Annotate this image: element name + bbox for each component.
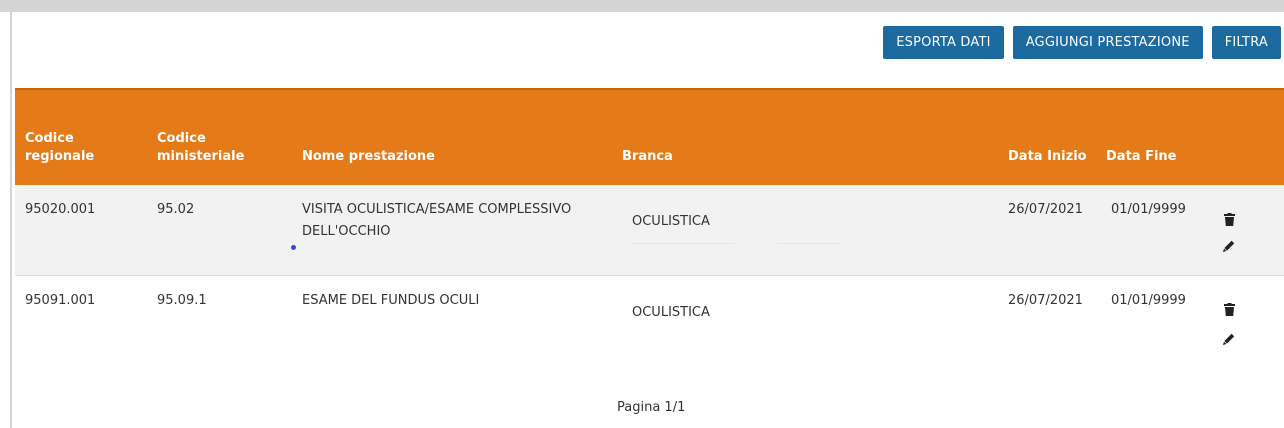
header-data-fine: Data Fine: [1106, 149, 1177, 164]
cell-branca: OCULISTICA: [632, 214, 710, 229]
header-data-inizio: Data Inizio: [1008, 149, 1087, 164]
trash-icon[interactable]: [1222, 212, 1236, 226]
cell-data-inizio: 26/07/2021: [1008, 202, 1083, 217]
export-data-button[interactable]: ESPORTA DATI: [883, 26, 1004, 59]
cell-codice-regionale: 95020.001: [25, 202, 96, 217]
cell-nome-prestazione: VISITA OCULISTICA/ESAME COMPLESSIVO DELL…: [302, 202, 572, 239]
cursor-dot: [291, 245, 296, 250]
services-table: Codice regionale Codice ministeriale Nom…: [15, 88, 1284, 372]
cell-data-fine: 01/01/9999: [1111, 202, 1186, 217]
table-header: Codice regionale Codice ministeriale Nom…: [15, 88, 1284, 185]
pagination-label: Pagina 1/1: [617, 400, 686, 415]
window-left-border: [10, 12, 12, 428]
toolbar: ESPORTA DATI AGGIUNGI PRESTAZIONE FILTRA: [883, 26, 1281, 59]
header-codice-ministeriale: Codice ministeriale: [157, 131, 245, 164]
table-row[interactable]: 95091.001 95.09.1 ESAME DEL FUNDUS OCULI…: [15, 276, 1284, 372]
branca-underline: [632, 243, 735, 244]
cell-branca: OCULISTICA: [632, 305, 710, 320]
cell-data-fine: 01/01/9999: [1111, 293, 1186, 308]
cell-data-inizio: 26/07/2021: [1008, 293, 1083, 308]
filter-button[interactable]: FILTRA: [1211, 26, 1281, 59]
cell-codice-ministeriale: 95.09.1: [157, 293, 207, 308]
header-codice-regionale: Codice regionale: [25, 131, 95, 164]
pencil-icon[interactable]: [1222, 332, 1236, 346]
pencil-icon[interactable]: [1222, 239, 1236, 253]
cell-codice-ministeriale: 95.02: [157, 202, 195, 217]
trash-icon[interactable]: [1222, 302, 1236, 316]
header-branca: Branca: [622, 149, 673, 164]
cell-codice-regionale: 95091.001: [25, 293, 96, 308]
add-service-button[interactable]: AGGIUNGI PRESTAZIONE: [1012, 26, 1203, 59]
table-row[interactable]: 95020.001 95.02 VISITA OCULISTICA/ESAME …: [15, 185, 1284, 276]
branca-underline: [777, 243, 841, 244]
cell-nome-prestazione: ESAME DEL FUNDUS OCULI: [302, 293, 480, 308]
header-nome-prestazione: Nome prestazione: [302, 149, 435, 164]
window-top-border: [0, 0, 1284, 12]
